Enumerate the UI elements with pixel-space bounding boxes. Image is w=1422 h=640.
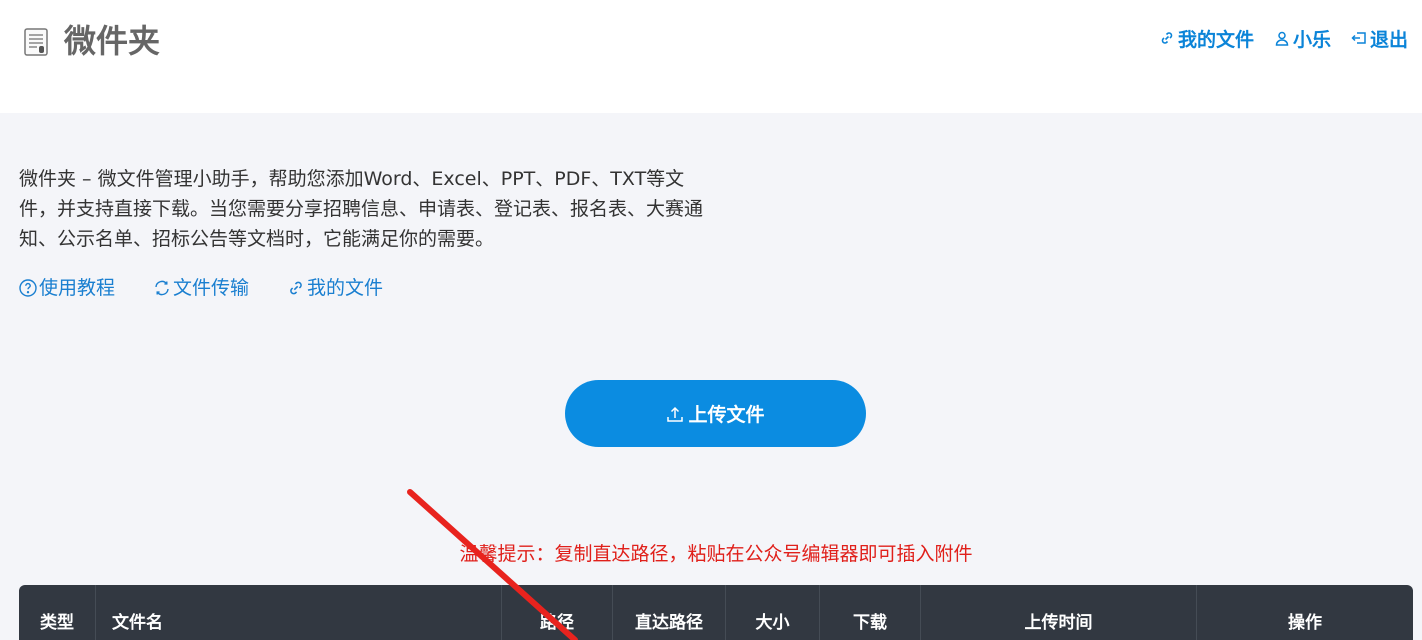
col-size: 大小 xyxy=(726,585,820,640)
link-tutorial[interactable]: 使用教程 xyxy=(19,274,115,302)
col-filename: 文件名 xyxy=(96,585,502,640)
link-tutorial-label: 使用教程 xyxy=(39,277,116,299)
user-icon xyxy=(1275,31,1289,46)
help-icon xyxy=(19,279,37,297)
link-file-transfer-label: 文件传输 xyxy=(173,277,250,299)
upload-file-button[interactable]: 上传文件 xyxy=(565,380,866,447)
intro-description: 微件夹 – 微文件管理小助手，帮助您添加Word、Excel、PPT、PDF、T… xyxy=(19,168,704,250)
top-header: 微件夹 我的文件 小乐 退出 xyxy=(0,0,1422,113)
refresh-icon xyxy=(155,280,169,296)
link-file-transfer[interactable]: 文件传输 xyxy=(153,274,249,302)
logout-icon xyxy=(1351,32,1366,44)
link-icon xyxy=(1161,32,1173,44)
col-download: 下载 xyxy=(820,585,921,640)
quick-links: 使用教程 文件传输 我的文件 xyxy=(19,274,383,302)
nav-my-files-label: 我的文件 xyxy=(1177,28,1254,51)
link-icon xyxy=(290,281,302,295)
brand-title: 微件夹 xyxy=(64,22,161,60)
document-icon xyxy=(24,28,48,56)
nav-user[interactable]: 小乐 xyxy=(1274,25,1331,52)
col-direct-path: 直达路径 xyxy=(613,585,726,640)
file-table: 类型 文件名 路径 直达路径 大小 下载 上传时间 操作 xyxy=(19,585,1413,640)
col-upload-time: 上传时间 xyxy=(921,585,1197,640)
upload-icon xyxy=(667,406,684,422)
nav-my-files[interactable]: 我的文件 xyxy=(1159,25,1254,52)
col-type: 类型 xyxy=(19,585,96,640)
upload-file-label: 上传文件 xyxy=(688,404,765,426)
nav-logout-label: 退出 xyxy=(1369,28,1408,51)
nav-user-label: 小乐 xyxy=(1292,28,1331,51)
warm-tip: 温馨提示：复制直达路径，粘贴在公众号编辑器即可插入附件 xyxy=(459,543,973,565)
col-path: 路径 xyxy=(502,585,613,640)
link-my-files[interactable]: 我的文件 xyxy=(287,274,383,302)
top-nav: 我的文件 小乐 退出 xyxy=(1159,24,1408,52)
table-header-row: 类型 文件名 路径 直达路径 大小 下载 上传时间 操作 xyxy=(19,585,1413,640)
col-actions: 操作 xyxy=(1288,612,1322,633)
nav-logout[interactable]: 退出 xyxy=(1351,25,1408,52)
link-my-files-label: 我的文件 xyxy=(307,277,384,299)
